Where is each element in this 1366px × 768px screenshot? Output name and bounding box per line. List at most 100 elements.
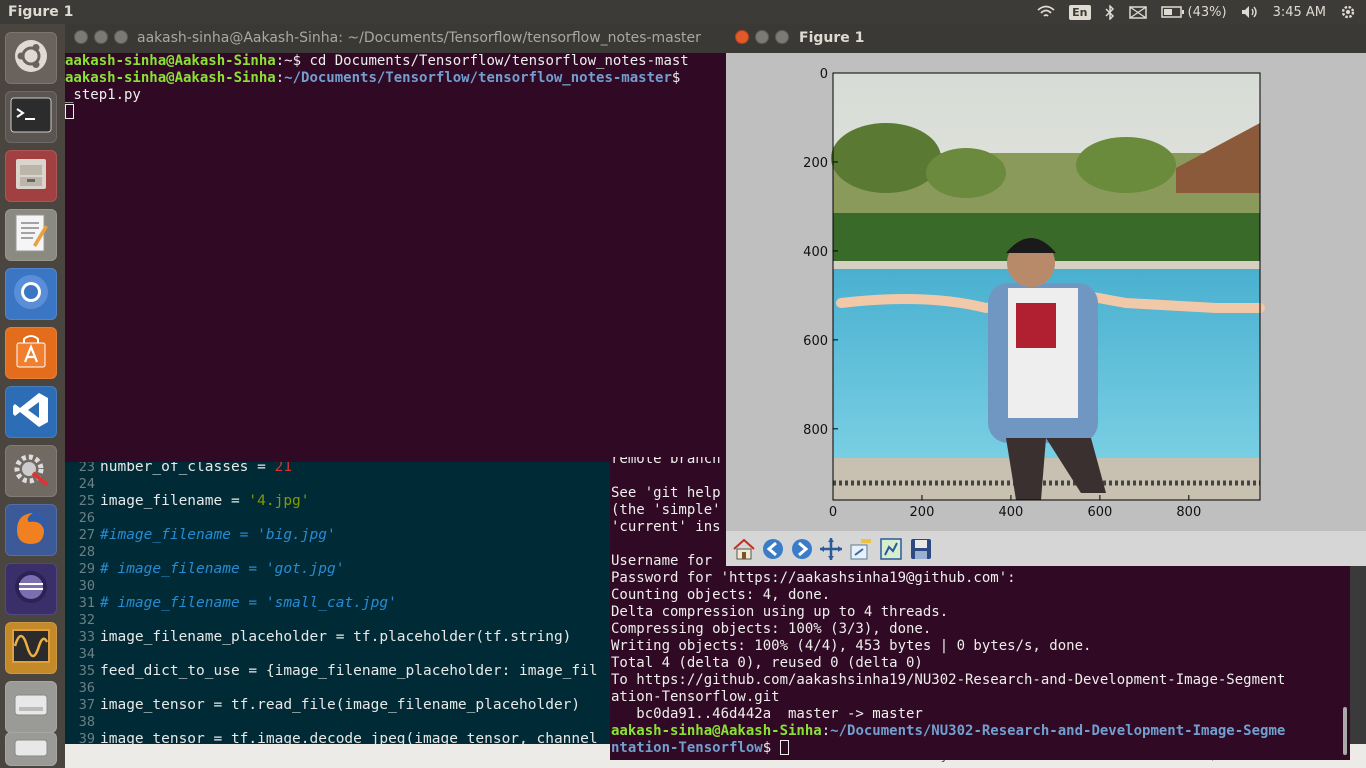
- top-panel: Figure 1 En (43%) 3:45 AM: [0, 0, 1366, 24]
- x-tick-label: 0: [829, 505, 837, 520]
- terminal-line: bc0da91..46d442a master -> master: [611, 706, 923, 722]
- figure-canvas[interactable]: 0 200 400 600 800 0 200 400 600 800: [726, 53, 1366, 531]
- launcher-text-editor[interactable]: [5, 209, 57, 261]
- line-number: 36: [78, 680, 95, 696]
- line-number: 34: [78, 646, 95, 662]
- line-number: 26: [78, 510, 95, 526]
- code-line[interactable]: 30: [65, 578, 100, 595]
- code-line[interactable]: 35 feed_dict_to_use = {image_filename_pla…: [65, 663, 598, 680]
- terminal-output[interactable]: aakash-sinha@Aakash-Sinha:~$ cd Document…: [65, 53, 726, 462]
- zoom-rect-icon[interactable]: [848, 536, 874, 562]
- file-cabinet-icon: [12, 155, 50, 197]
- code-text: image_tensor = tf.read_file(image_filena…: [100, 697, 581, 713]
- code-line[interactable]: 37 image_tensor = tf.read_file(image_file…: [65, 697, 580, 714]
- code-text: image_filename_placeholder = tf.placehol…: [100, 629, 572, 645]
- bluetooth-icon[interactable]: [1104, 4, 1115, 20]
- launcher-terminal[interactable]: [5, 91, 57, 143]
- code-line[interactable]: 34: [65, 646, 100, 663]
- minimize-button[interactable]: [755, 30, 769, 44]
- back-arrow-icon[interactable]: [760, 536, 786, 562]
- vscode-icon: [11, 390, 51, 434]
- launcher-disk-2[interactable]: [5, 732, 57, 766]
- code-string: '4.jpg': [248, 493, 310, 509]
- volume-icon[interactable]: [1241, 5, 1259, 19]
- maximize-button[interactable]: [114, 30, 128, 44]
- subplots-icon[interactable]: [878, 536, 904, 562]
- x-tick-label: 400: [999, 505, 1024, 520]
- minimize-button[interactable]: [94, 30, 108, 44]
- power-gear-icon[interactable]: [1340, 4, 1356, 20]
- line-number: 32: [78, 612, 95, 628]
- code-line[interactable]: 39 image_tensor = tf.image.decode_jpeg(im…: [65, 731, 598, 744]
- code-line[interactable]: 38: [65, 714, 100, 731]
- code-line[interactable]: 25 image_filename = '4.jpg': [65, 493, 310, 510]
- y-tick-label: 400: [803, 245, 828, 260]
- code-line[interactable]: 36: [65, 680, 100, 697]
- code-editor[interactable]: 23 number_of_classes = 21 24 25 image_filena…: [65, 462, 610, 744]
- keyboard-layout-indicator[interactable]: En: [1069, 4, 1091, 20]
- figure-title: Figure 1: [799, 30, 865, 46]
- image-plot: 0 200 400 600 800 0 200 400 600 800: [803, 67, 1265, 520]
- y-tick-label: 0: [820, 67, 828, 82]
- code-line[interactable]: 33 image_filename_placeholder = tf.placeh…: [65, 629, 572, 646]
- terminal-line: Writing objects: 100% (4/4), 453 bytes |…: [611, 638, 1092, 654]
- active-app-title: Figure 1: [8, 4, 74, 20]
- chromium-icon: [11, 272, 51, 316]
- matplotlib-figure-window[interactable]: Figure 1 0 200 400 600 800 0 200 400 600…: [726, 24, 1366, 566]
- maximize-button[interactable]: [775, 30, 789, 44]
- terminal-line: Compressing objects: 100% (3/3), done.: [611, 621, 932, 637]
- line-number: 28: [78, 544, 95, 560]
- figure-titlebar[interactable]: Figure 1: [726, 24, 1366, 53]
- launcher-disk[interactable]: [5, 681, 57, 733]
- unity-launcher: [0, 24, 65, 768]
- code-line[interactable]: 23 number_of_classes = 21: [65, 462, 292, 476]
- terminal-cursor: [65, 104, 74, 119]
- photo: [831, 73, 1265, 500]
- terminal-icon: [10, 97, 52, 137]
- launcher-software-center[interactable]: [5, 327, 57, 379]
- code-line[interactable]: 28: [65, 544, 100, 561]
- launcher-system-settings[interactable]: [5, 445, 57, 497]
- ubuntu-dash-button[interactable]: [5, 32, 57, 84]
- launcher-system-monitor[interactable]: [5, 622, 57, 674]
- mail-icon[interactable]: [1128, 5, 1147, 19]
- clock[interactable]: 3:45 AM: [1273, 5, 1326, 20]
- line-number: 39: [78, 731, 95, 744]
- wifi-icon[interactable]: [1037, 5, 1055, 19]
- terminal-window-top[interactable]: aakash-sinha@Aakash-Sinha: ~/Documents/T…: [65, 24, 726, 462]
- save-disk-icon[interactable]: [908, 536, 934, 562]
- hard-disk-icon: [11, 685, 51, 729]
- launcher-eclipse[interactable]: [5, 563, 57, 615]
- code-text: image_tensor = tf.image.decode_jpeg(imag…: [100, 731, 598, 744]
- line-number: 23: [78, 462, 95, 475]
- line-number: 27: [78, 527, 95, 543]
- line-number: 29: [78, 561, 95, 577]
- line-number: 25: [78, 493, 95, 509]
- forward-arrow-icon[interactable]: [789, 536, 815, 562]
- terminal-prompt-cont: ntation-Tensorflow$: [611, 740, 1341, 757]
- code-line[interactable]: 32: [65, 612, 100, 629]
- terminal-titlebar[interactable]: aakash-sinha@Aakash-Sinha: ~/Documents/T…: [65, 24, 726, 53]
- code-line[interactable]: 24: [65, 476, 100, 493]
- battery-indicator[interactable]: (43%): [1160, 5, 1227, 20]
- disk-drive-icon: [11, 734, 51, 764]
- terminal-line: ation-Tensorflow.git: [611, 689, 780, 705]
- code-line[interactable]: 26: [65, 510, 100, 527]
- close-button[interactable]: [735, 30, 749, 44]
- line-number: 35: [78, 663, 95, 679]
- text-editor-icon: [13, 213, 49, 257]
- ubuntu-logo-icon: [12, 37, 50, 79]
- line-number: 31: [78, 595, 95, 611]
- launcher-chromium[interactable]: [5, 268, 57, 320]
- code-line[interactable]: 31 # image_filename = 'small_cat.jpg': [65, 595, 397, 612]
- home-icon[interactable]: [731, 536, 757, 562]
- close-button[interactable]: [74, 30, 88, 44]
- terminal-line: Password for 'https://aakashsinha19@gith…: [611, 570, 1016, 586]
- pan-icon[interactable]: [818, 536, 844, 562]
- code-line[interactable]: 29 # image_filename = 'got.jpg': [65, 561, 345, 578]
- launcher-vscode[interactable]: [5, 386, 57, 438]
- code-line[interactable]: 27 #image_filename = 'big.jpg': [65, 527, 336, 544]
- system-tray: En (43%) 3:45 AM: [1037, 0, 1356, 24]
- launcher-files[interactable]: [5, 150, 57, 202]
- launcher-firefox[interactable]: [5, 504, 57, 556]
